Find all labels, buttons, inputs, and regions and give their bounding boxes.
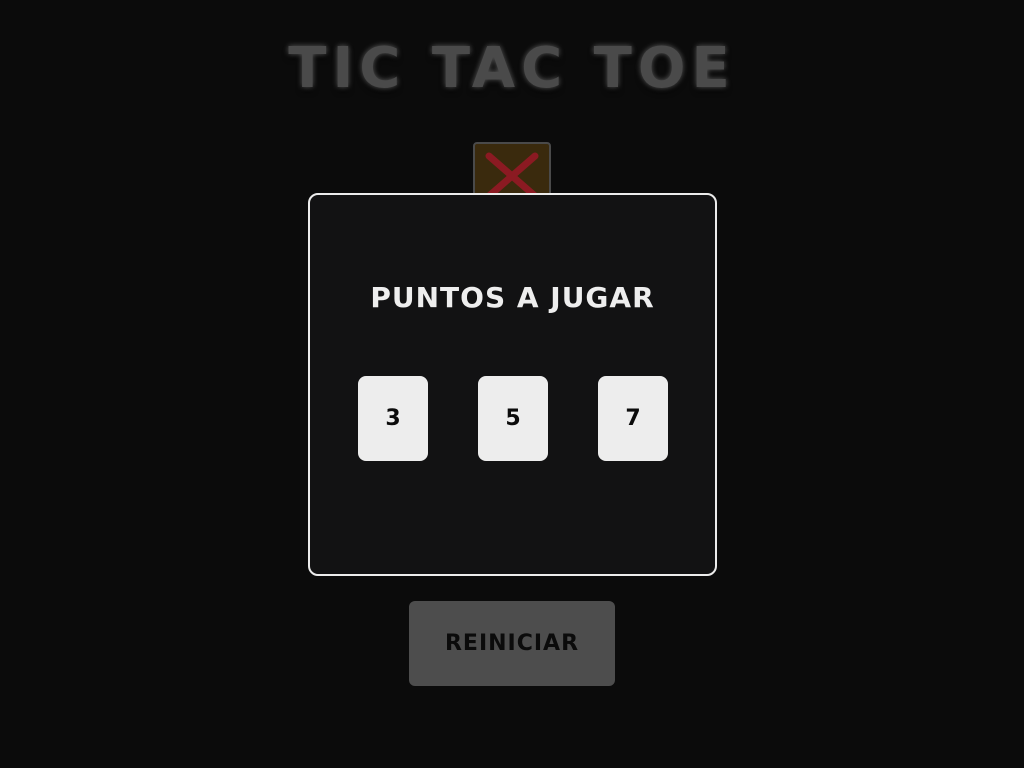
reset-button[interactable]: REINICIAR bbox=[409, 601, 615, 686]
x-mark-icon bbox=[485, 152, 539, 200]
game-screen: TIC TAC TOE PUNTOS A JUGAR 3 5 7 REINICI… bbox=[0, 0, 1024, 768]
game-title: TIC TAC TOE bbox=[288, 36, 736, 101]
points-option-3[interactable]: 3 bbox=[358, 376, 428, 461]
points-modal: PUNTOS A JUGAR 3 5 7 bbox=[308, 193, 717, 576]
points-option-7[interactable]: 7 bbox=[598, 376, 668, 461]
points-option-5[interactable]: 5 bbox=[478, 376, 548, 461]
modal-title: PUNTOS A JUGAR bbox=[370, 281, 655, 314]
